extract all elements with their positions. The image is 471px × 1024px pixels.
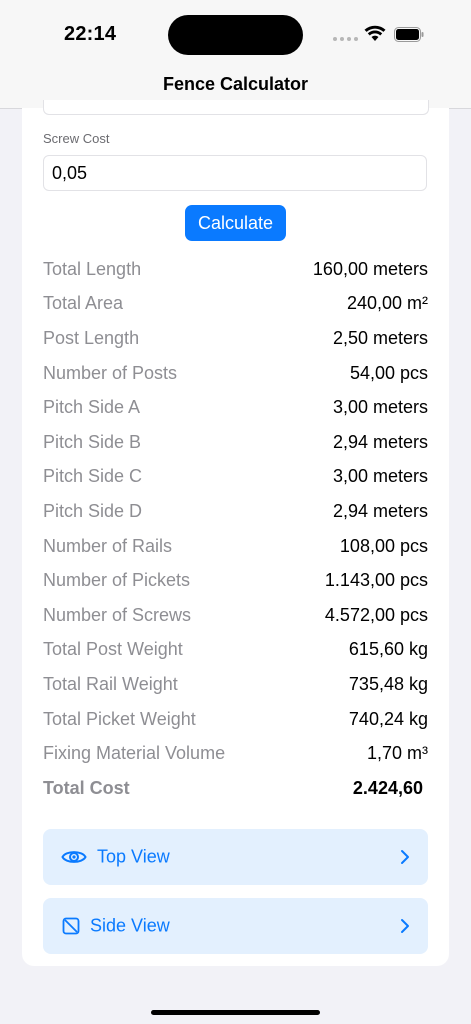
top-view-label: Top View (97, 846, 170, 867)
result-label: Pitch Side A (43, 397, 141, 418)
result-row-pitch-side-b: Pitch Side B 2,94 meters (43, 425, 428, 460)
result-value: 54,00 pcs (349, 362, 428, 383)
result-label: Total Area (43, 293, 124, 314)
result-value: 2.424,60 (352, 777, 423, 798)
chevron-right-icon (401, 850, 409, 864)
home-indicator[interactable] (151, 1010, 320, 1015)
screw-cost-input[interactable] (43, 155, 427, 191)
result-value: 3,00 meters (332, 466, 428, 487)
result-value: 1.143,00 pcs (324, 570, 428, 591)
result-value: 3,00 meters (332, 397, 428, 418)
result-row-number-of-rails: Number of Rails 108,00 pcs (43, 529, 428, 564)
result-value: 740,24 kg (348, 708, 428, 729)
result-row-pitch-side-c: Pitch Side C 3,00 meters (43, 460, 428, 495)
result-label: Total Length (43, 258, 142, 279)
result-value: 108,00 pcs (339, 535, 428, 556)
result-label: Post Length (43, 327, 140, 348)
result-label: Fixing Material Volume (43, 743, 226, 764)
wifi-icon (364, 25, 386, 41)
screw-cost-label: Screw Cost (43, 131, 110, 146)
result-row-pitch-side-a: Pitch Side A 3,00 meters (43, 390, 428, 425)
result-row-post-length: Post Length 2,50 meters (43, 321, 428, 356)
result-row-number-of-screws: Number of Screws 4.572,00 pcs (43, 598, 428, 633)
result-label: Number of Rails (43, 535, 173, 556)
result-row-total-length: Total Length 160,00 meters (43, 252, 428, 287)
eye-icon (61, 851, 87, 863)
result-label: Total Post Weight (43, 639, 183, 660)
result-label: Total Rail Weight (43, 673, 178, 694)
top-view-link[interactable]: Top View (43, 829, 428, 885)
cellular-signal-icon (333, 37, 358, 41)
side-view-label: Side View (90, 915, 170, 936)
result-label: Total Cost (43, 777, 130, 798)
result-value: 1,70 m³ (366, 743, 428, 764)
result-value: 160,00 meters (312, 258, 428, 279)
result-row-number-of-pickets: Number of Pickets 1.143,00 pcs (43, 563, 428, 598)
result-row-total-area: Total Area 240,00 m² (43, 287, 428, 322)
result-row-total-picket-weight: Total Picket Weight 740,24 kg (43, 702, 428, 737)
result-value: 2,50 meters (332, 327, 428, 348)
result-row-total-cost: Total Cost 2.424,60 (43, 771, 428, 806)
result-label: Number of Pickets (43, 570, 191, 591)
status-time: 22:14 (64, 23, 117, 45)
square-slash-icon (62, 917, 80, 935)
result-label: Number of Screws (43, 604, 192, 625)
result-row-total-post-weight: Total Post Weight 615,60 kg (43, 633, 428, 668)
result-row-fixing-material-volume: Fixing Material Volume 1,70 m³ (43, 736, 428, 771)
previous-input-field[interactable] (43, 100, 429, 115)
side-view-link[interactable]: Side View (43, 898, 428, 954)
status-bar: 22:14 (0, 0, 471, 66)
page-title: Fence Calculator (162, 74, 309, 94)
result-value: 2,94 meters (332, 500, 428, 521)
result-label: Total Picket Weight (43, 708, 196, 729)
result-value: 615,60 kg (348, 639, 428, 660)
result-value: 240,00 m² (346, 293, 428, 314)
result-row-number-of-posts: Number of Posts 54,00 pcs (43, 356, 428, 391)
result-row-pitch-side-d: Pitch Side D 2,94 meters (43, 494, 428, 529)
result-value: 2,94 meters (332, 431, 428, 452)
chevron-right-icon (401, 919, 409, 933)
dynamic-island (168, 15, 303, 55)
result-row-total-rail-weight: Total Rail Weight 735,48 kg (43, 667, 428, 702)
result-value: 4.572,00 pcs (324, 604, 428, 625)
result-label: Pitch Side C (43, 466, 143, 487)
result-label: Pitch Side B (43, 431, 142, 452)
results-list: Total Length 160,00 meters Total Area 240,… (43, 252, 428, 806)
result-label: Pitch Side D (43, 500, 143, 521)
result-value: 735,48 kg (348, 673, 428, 694)
battery-icon (394, 27, 424, 42)
calculate-button[interactable]: Calculate (185, 205, 286, 241)
result-label: Number of Posts (43, 362, 178, 383)
